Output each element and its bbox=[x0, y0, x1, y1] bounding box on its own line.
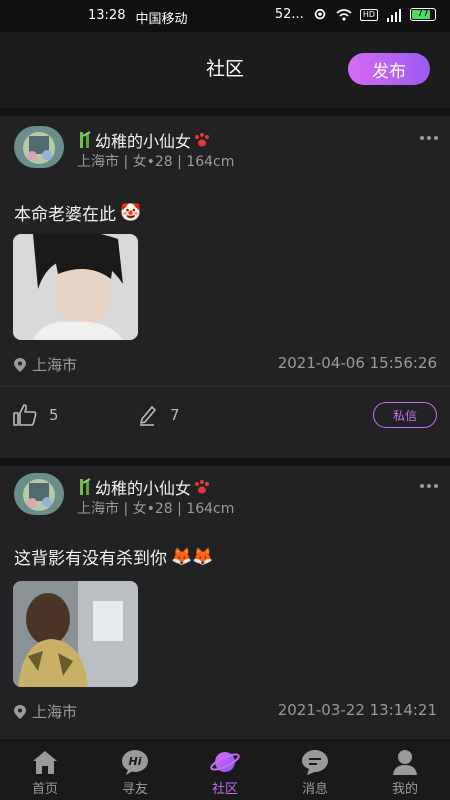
hi-chat-icon: Hi bbox=[122, 750, 148, 775]
more-options-icon[interactable] bbox=[420, 484, 438, 488]
publish-button[interactable]: 发布 bbox=[348, 53, 430, 85]
username[interactable]: 幼稚的小仙女 bbox=[77, 475, 211, 499]
post-photo[interactable] bbox=[13, 234, 138, 340]
profile-icon bbox=[393, 750, 417, 775]
tab-home[interactable]: 首页 bbox=[0, 739, 90, 800]
signal-icon bbox=[387, 8, 401, 22]
fox-emoji: 🦊🦊 bbox=[171, 546, 214, 567]
comment-button[interactable]: 7 bbox=[138, 404, 180, 426]
location-pin-icon bbox=[14, 704, 26, 719]
avatar[interactable] bbox=[14, 473, 64, 515]
bamboo-icon bbox=[80, 131, 91, 148]
avatar[interactable] bbox=[14, 126, 64, 168]
home-icon bbox=[33, 751, 57, 774]
svg-text:Hi: Hi bbox=[129, 755, 142, 768]
user-meta: 上海市 | 女•28 | 164cm bbox=[77, 501, 235, 517]
hd-icon: HD bbox=[359, 8, 378, 21]
post-photo[interactable] bbox=[13, 581, 138, 687]
status-carrier: 中国移动 bbox=[135, 12, 188, 27]
user-meta: 上海市 | 女•28 | 164cm bbox=[77, 154, 235, 170]
top-header: 社区 发布 bbox=[0, 32, 450, 108]
paw-icon bbox=[195, 133, 210, 147]
planet-icon bbox=[210, 752, 240, 772]
section-divider bbox=[0, 108, 450, 116]
status-speed: 52... bbox=[274, 7, 304, 22]
post-card[interactable]: 幼稚的小仙女 上海市 | 女•28 | 164cm 本命老婆在此 🤡 上海市 2… bbox=[0, 116, 450, 458]
section-divider bbox=[0, 458, 450, 466]
like-count: 5 bbox=[49, 406, 59, 424]
wifi-icon bbox=[336, 8, 352, 21]
battery-icon: 77 bbox=[410, 8, 436, 21]
message-icon bbox=[302, 750, 328, 775]
pencil-icon bbox=[140, 406, 156, 426]
status-time: 13:28 bbox=[88, 8, 126, 23]
location-status-icon bbox=[314, 8, 326, 19]
post-location: 上海市 bbox=[14, 354, 77, 375]
more-options-icon[interactable] bbox=[420, 136, 438, 140]
post-content: 本命老婆在此 🤡 bbox=[14, 202, 142, 226]
tab-community[interactable]: 社区 bbox=[180, 739, 270, 800]
post-time: 2021-03-22 13:14:21 bbox=[277, 701, 437, 719]
like-button[interactable]: 5 bbox=[13, 404, 59, 426]
paw-icon bbox=[195, 480, 210, 494]
bottom-tab-bar: 首页 Hi 寻友 社区 消息 我的 bbox=[0, 738, 450, 800]
comment-count: 7 bbox=[170, 406, 180, 424]
post-content: 这背影有没有杀到你 🦊🦊 bbox=[14, 546, 214, 570]
tab-messages[interactable]: 消息 bbox=[270, 739, 360, 800]
tab-find-friends[interactable]: Hi 寻友 bbox=[90, 739, 180, 800]
tab-profile[interactable]: 我的 bbox=[360, 739, 450, 800]
clown-emoji: 🤡 bbox=[120, 202, 142, 223]
username[interactable]: 幼稚的小仙女 bbox=[77, 128, 211, 152]
post-card[interactable]: 幼稚的小仙女 上海市 | 女•28 | 164cm 这背影有没有杀到你 🦊🦊 上… bbox=[0, 466, 450, 738]
post-location: 上海市 bbox=[14, 701, 77, 722]
bamboo-icon bbox=[80, 478, 91, 495]
private-message-button[interactable]: 私信 bbox=[373, 402, 437, 428]
thumbs-up-icon bbox=[13, 404, 37, 426]
location-pin-icon bbox=[14, 357, 26, 372]
status-bar: 13:28 中国移动 52... HD 77 bbox=[0, 0, 450, 32]
post-time: 2021-04-06 15:56:26 bbox=[277, 354, 437, 372]
post-divider bbox=[0, 386, 450, 387]
